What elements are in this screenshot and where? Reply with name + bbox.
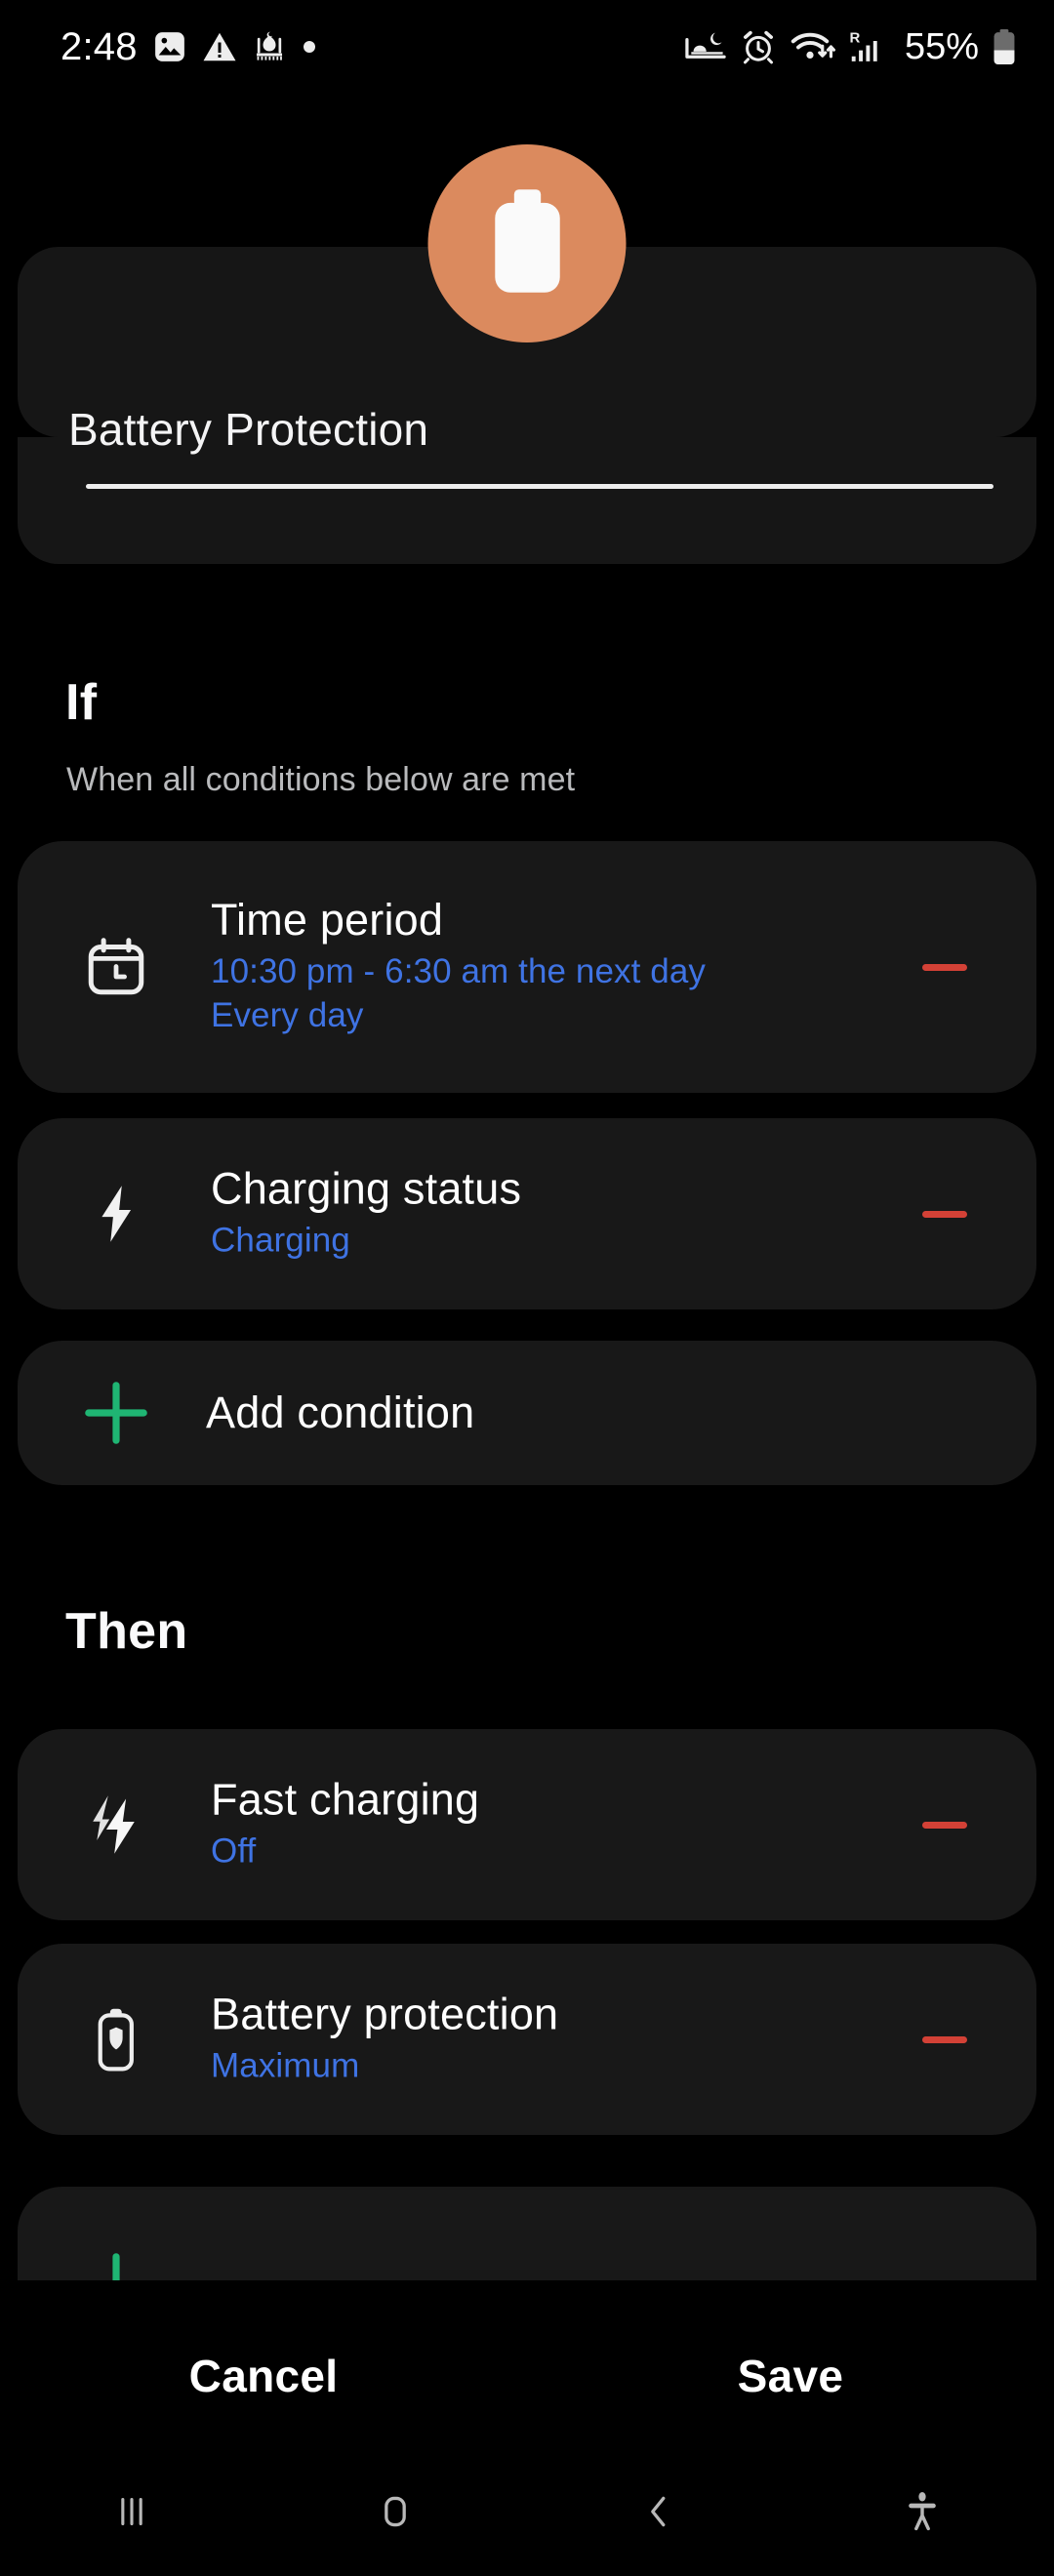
dot-icon: [302, 39, 317, 55]
accessibility-icon: [903, 2490, 942, 2538]
action-title: Battery protection: [211, 1989, 559, 2039]
battery-protection-icon: [82, 2005, 150, 2073]
photo-icon: [153, 30, 186, 63]
condition-text-block: Charging status Charging: [211, 1164, 880, 1263]
condition-card-time-period[interactable]: Time period 10:30 pm - 6:30 am the next …: [18, 841, 1036, 1093]
remove-action-button[interactable]: [917, 2012, 972, 2067]
condition-text-block: Time period 10:30 pm - 6:30 am the next …: [211, 895, 880, 1038]
bedtime-icon: [684, 30, 727, 63]
recents-button[interactable]: [0, 2451, 264, 2576]
action-value-line1: Off: [211, 1831, 257, 1871]
bottom-button-bar: Cancel Save: [0, 2313, 1054, 2439]
condition-card-charging-status[interactable]: Charging status Charging: [18, 1118, 1036, 1309]
condition-value-line2: Every day: [211, 996, 364, 1035]
battery-icon: [992, 28, 1017, 65]
phone-screen: 2:48 R 55% Battery Protection If When al…: [0, 0, 1054, 2576]
action-value-line1: Maximum: [211, 2046, 360, 2085]
plus-icon: [78, 1375, 154, 1451]
if-section-subtitle: When all conditions below are met: [66, 761, 576, 798]
title-input-underline[interactable]: [86, 484, 993, 489]
then-section-heading: Then: [65, 1603, 188, 1660]
back-button[interactable]: [527, 2451, 790, 2576]
wifi-icon: [790, 29, 836, 64]
double-bolt-icon: [82, 1791, 150, 1859]
recents-icon: [110, 2490, 153, 2538]
svg-text:R: R: [849, 30, 860, 47]
action-text-block: Fast charging Off: [211, 1775, 880, 1873]
save-button[interactable]: Save: [527, 2350, 1054, 2402]
status-bar-left: 2:48: [61, 27, 317, 66]
action-text-block: Battery protection Maximum: [211, 1990, 880, 2088]
condition-value-line1: Charging: [211, 1221, 350, 1260]
remove-action-button[interactable]: [917, 1797, 972, 1852]
cancel-button[interactable]: Cancel: [0, 2350, 527, 2402]
minus-icon: [922, 1821, 967, 1829]
minus-icon: [922, 1210, 967, 1218]
home-button[interactable]: [264, 2451, 527, 2576]
roaming-signal-icon: R: [849, 29, 888, 64]
header-card-bottom: Battery Protection: [18, 404, 1036, 564]
if-section-heading: If: [65, 674, 98, 731]
remove-condition-button[interactable]: [917, 940, 972, 994]
status-bar: 2:48 R 55%: [0, 0, 1054, 94]
minus-icon: [922, 963, 967, 971]
page-title: Battery Protection: [68, 404, 429, 455]
status-clock: 2:48: [61, 25, 138, 68]
warning-triangle-icon: [202, 30, 237, 63]
avatar: [427, 144, 627, 342]
status-battery-percent: 55%: [904, 26, 979, 67]
action-card-fast-charging[interactable]: Fast charging Off: [18, 1729, 1036, 1920]
calendar-clock-icon: [82, 933, 150, 1001]
condition-title: Time period: [211, 895, 444, 946]
condition-value-line1: 10:30 pm - 6:30 am the next day: [211, 952, 707, 991]
home-icon: [374, 2490, 417, 2538]
battery-icon: [485, 187, 569, 300]
minus-icon: [922, 2035, 967, 2043]
condition-title: Charging status: [211, 1163, 522, 1214]
add-condition-button[interactable]: Add condition: [18, 1341, 1036, 1485]
bolt-icon: [82, 1180, 150, 1248]
accessibility-button[interactable]: [790, 2451, 1054, 2576]
action-card-battery-protection[interactable]: Battery protection Maximum: [18, 1944, 1036, 2135]
action-title: Fast charging: [211, 1774, 480, 1825]
add-condition-label: Add condition: [206, 1388, 475, 1437]
navigation-bar: [0, 2451, 1054, 2576]
alarm-icon: [740, 29, 777, 64]
back-icon: [637, 2490, 680, 2538]
remove-condition-button[interactable]: [917, 1187, 972, 1241]
status-bar-right: R 55%: [684, 28, 1017, 65]
mosque-icon: [253, 30, 286, 63]
